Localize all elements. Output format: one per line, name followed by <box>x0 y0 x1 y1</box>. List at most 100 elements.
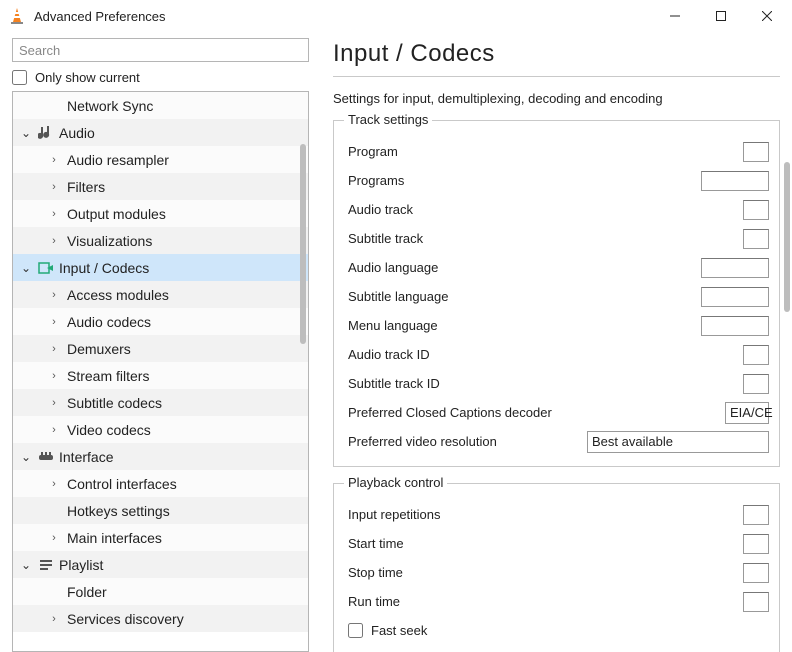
setting-row: Run time <box>348 587 769 616</box>
chevron-right-icon: › <box>47 613 61 625</box>
setting-label: Preferred video resolution <box>348 434 579 449</box>
setting-row: Preferred Closed Captions decoderEIA/CE <box>348 398 769 427</box>
setting-label: Program <box>348 144 735 159</box>
chevron-right-icon: › <box>47 532 61 544</box>
tree-item[interactable]: › Audio codecs <box>13 308 308 335</box>
tree-item-label: Main interfaces <box>67 530 162 546</box>
setting-input[interactable] <box>743 345 769 365</box>
tree-item[interactable]: ›Filters <box>13 173 308 200</box>
setting-row: Audio track <box>348 195 769 224</box>
chevron-right-icon: › <box>47 424 61 436</box>
setting-input[interactable] <box>701 287 769 307</box>
setting-row: Menu language <box>348 311 769 340</box>
setting-checkbox[interactable] <box>348 623 363 638</box>
setting-input[interactable] <box>701 258 769 278</box>
tree-category[interactable]: ⌄ Audio <box>13 119 308 146</box>
group-track-settings: Track settings ProgramProgramsAudio trac… <box>333 120 780 467</box>
tree-item[interactable]: ›Access modules <box>13 281 308 308</box>
tree-item-label: Access modules <box>67 287 169 303</box>
tree-item-label: Folder <box>67 584 107 600</box>
tree-item[interactable]: ›Output modules <box>13 200 308 227</box>
chevron-down-icon: ⌄ <box>19 261 33 275</box>
tree-item-label: Audio <box>59 125 95 141</box>
setting-input[interactable] <box>701 171 769 191</box>
setting-row: Start time <box>348 529 769 558</box>
chevron-right-icon: › <box>47 478 61 490</box>
tree-item[interactable]: › Services discovery <box>13 605 308 632</box>
setting-label: Fast seek <box>371 623 427 638</box>
setting-label: Subtitle language <box>348 289 693 304</box>
search-input[interactable] <box>12 38 309 62</box>
tree-item[interactable]: › Audio resampler <box>13 146 308 173</box>
setting-input[interactable] <box>743 534 769 554</box>
tree-item[interactable]: ›Control interfaces <box>13 470 308 497</box>
tree-item-label: Audio resampler <box>67 152 169 168</box>
setting-input[interactable] <box>743 142 769 162</box>
setting-input[interactable] <box>743 229 769 249</box>
tree-item-label: Interface <box>59 449 113 465</box>
setting-label: Subtitle track <box>348 231 735 246</box>
tree-item-label: Hotkeys settings <box>67 503 170 519</box>
setting-row: Programs <box>348 166 769 195</box>
tree-item-label: Demuxers <box>67 341 131 357</box>
setting-label: Input repetitions <box>348 507 735 522</box>
chevron-right-icon: › <box>47 208 61 220</box>
setting-input[interactable] <box>743 563 769 583</box>
chevron-right-icon: › <box>47 154 61 166</box>
setting-input[interactable] <box>701 316 769 336</box>
setting-row: Subtitle track <box>348 224 769 253</box>
minimize-button[interactable] <box>652 0 698 32</box>
chevron-right-icon: › <box>47 397 61 409</box>
playlist-icon <box>37 556 55 574</box>
sidebar: Only show current Network Sync ⌄ Audio › Aud… <box>0 32 317 652</box>
tree-item-label: Subtitle codecs <box>67 395 162 411</box>
setting-label: Start time <box>348 536 735 551</box>
setting-row: Subtitle track ID <box>348 369 769 398</box>
tree-item[interactable]: Network Sync <box>13 92 308 119</box>
close-button[interactable] <box>744 0 790 32</box>
only-show-current-label[interactable]: Only show current <box>35 70 140 85</box>
setting-label: Audio language <box>348 260 693 275</box>
setting-row: Subtitle language <box>348 282 769 311</box>
setting-input[interactable] <box>743 374 769 394</box>
panel-subtitle: Settings for input, demultiplexing, deco… <box>333 91 792 106</box>
tree-scrollbar[interactable] <box>298 94 306 649</box>
chevron-right-icon: › <box>47 235 61 247</box>
tree-item[interactable]: › Main interfaces <box>13 524 308 551</box>
maximize-button[interactable] <box>698 0 744 32</box>
tree-item[interactable]: ›Stream filters <box>13 362 308 389</box>
tree-item-label: Audio codecs <box>67 314 151 330</box>
tree-item[interactable]: Hotkeys settings <box>13 497 308 524</box>
panel-heading: Input / Codecs <box>333 40 780 77</box>
tree-category[interactable]: ⌄Interface <box>13 443 308 470</box>
tree-item[interactable]: Folder <box>13 578 308 605</box>
tree-item[interactable]: › Subtitle codecs <box>13 389 308 416</box>
tree-item-label: Input / Codecs <box>59 260 149 276</box>
setting-row: Program <box>348 137 769 166</box>
chevron-right-icon: › <box>47 316 61 328</box>
tree-item-label: Video codecs <box>67 422 151 438</box>
setting-label: Stop time <box>348 565 735 580</box>
tree-item[interactable]: ›Demuxers <box>13 335 308 362</box>
tree-category[interactable]: ⌄ Input / Codecs <box>13 254 308 281</box>
tree-category[interactable]: ⌄Playlist <box>13 551 308 578</box>
tree-item[interactable]: › Video codecs <box>13 416 308 443</box>
audio-icon <box>37 124 55 142</box>
input-icon <box>37 259 55 277</box>
chevron-right-icon: › <box>47 370 61 382</box>
setting-input[interactable] <box>743 505 769 525</box>
tree-item-label: Visualizations <box>67 233 152 249</box>
setting-select[interactable]: Best available <box>587 431 769 453</box>
group-playback-control: Playback control Input repetitionsStart … <box>333 483 780 652</box>
setting-select[interactable]: EIA/CE <box>725 402 769 424</box>
setting-row: Preferred video resolution Best available <box>348 427 769 456</box>
group-legend: Playback control <box>344 475 447 490</box>
setting-input[interactable] <box>743 592 769 612</box>
chevron-down-icon: ⌄ <box>19 126 33 140</box>
tree-item-label: Services discovery <box>67 611 184 627</box>
tree-item-label: Network Sync <box>67 98 153 114</box>
tree-item[interactable]: › Visualizations <box>13 227 308 254</box>
only-show-current-checkbox[interactable] <box>12 70 27 85</box>
panel-scrollbar[interactable] <box>782 76 790 650</box>
setting-input[interactable] <box>743 200 769 220</box>
